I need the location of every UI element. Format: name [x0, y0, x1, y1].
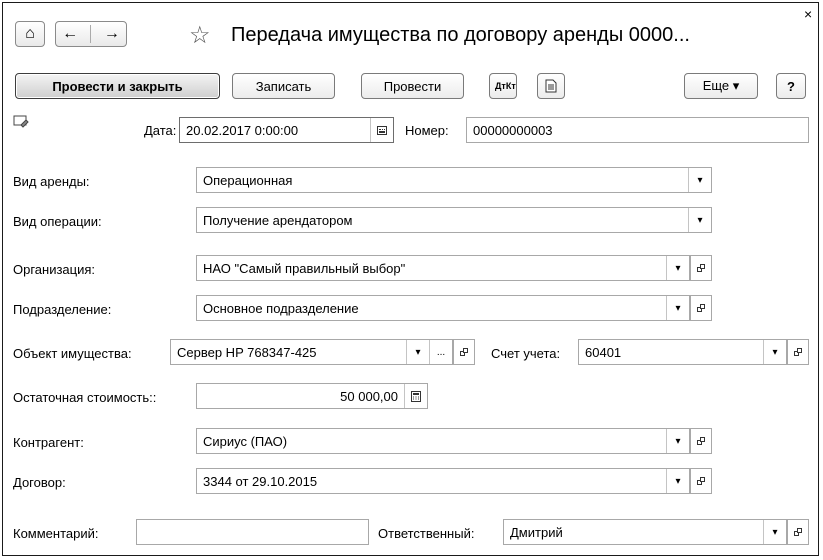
responsible-field[interactable]: Дмитрий ▾	[503, 519, 787, 545]
dtkt-movements-button[interactable]: ДтКт	[489, 73, 517, 99]
organization-field[interactable]: НАО "Самый правильный выбор" ▾	[196, 255, 690, 281]
account-open-button[interactable]	[787, 339, 809, 365]
contract-value[interactable]: 3344 от 29.10.2015	[197, 469, 666, 493]
chevron-down-icon[interactable]: ▾	[763, 520, 786, 544]
document-window: ⌂ ← → ☆ Передача имущества по договору а…	[2, 2, 819, 556]
close-icon[interactable]: ×	[804, 6, 812, 22]
open-window-icon	[697, 437, 705, 445]
chevron-down-icon[interactable]: ▾	[666, 256, 689, 280]
number-value[interactable]: 00000000003	[467, 118, 808, 142]
responsible-open-button[interactable]	[787, 519, 809, 545]
counterparty-value[interactable]: Сириус (ПАО)	[197, 429, 666, 453]
calendar-icon	[377, 125, 387, 135]
residual-value[interactable]: 50 000,00	[197, 384, 404, 408]
number-label: Номер:	[405, 123, 449, 138]
forward-arrow-icon[interactable]: →	[104, 25, 120, 43]
division-field[interactable]: Основное подразделение ▾	[196, 295, 690, 321]
home-icon: ⌂	[25, 25, 35, 42]
contract-open-button[interactable]	[690, 468, 712, 494]
home-button[interactable]: ⌂	[15, 21, 45, 47]
number-field[interactable]: 00000000003	[466, 117, 809, 143]
operation-type-select[interactable]: Получение арендатором ▾	[196, 207, 712, 233]
division-label: Подразделение:	[13, 302, 112, 317]
more-menu-button[interactable]: Еще ▾	[684, 73, 758, 99]
favorite-star-icon[interactable]: ☆	[189, 21, 211, 50]
open-window-icon	[697, 304, 705, 312]
open-window-icon	[697, 264, 705, 272]
counterparty-label: Контрагент:	[13, 435, 84, 450]
chevron-down-icon[interactable]: ▾	[688, 208, 711, 232]
nav-divider	[90, 25, 92, 43]
rent-type-select[interactable]: Операционная ▾	[196, 167, 712, 193]
account-value[interactable]: 60401	[579, 340, 763, 364]
chevron-down-icon[interactable]: ▾	[666, 296, 689, 320]
counterparty-field[interactable]: Сириус (ПАО) ▾	[196, 428, 690, 454]
division-open-button[interactable]	[690, 295, 712, 321]
chevron-down-icon[interactable]: ▾	[763, 340, 786, 364]
asset-open-button[interactable]	[453, 339, 475, 365]
counterparty-open-button[interactable]	[690, 428, 712, 454]
post-and-close-button[interactable]: Провести и закрыть	[15, 73, 220, 99]
operation-type-label: Вид операции:	[13, 214, 102, 229]
calendar-button[interactable]	[370, 118, 393, 142]
open-window-icon	[794, 528, 802, 536]
calculator-button[interactable]	[404, 384, 427, 408]
save-button[interactable]: Записать	[232, 73, 335, 99]
organization-open-button[interactable]	[690, 255, 712, 281]
window-title: Передача имущества по договору аренды 00…	[231, 24, 690, 46]
date-field[interactable]: 20.02.2017 0:00:00	[179, 117, 394, 143]
comment-value[interactable]	[137, 520, 368, 544]
organization-label: Организация:	[13, 262, 96, 277]
open-window-icon	[697, 477, 705, 485]
comment-field[interactable]	[136, 519, 369, 545]
asset-label: Объект имущества:	[13, 346, 132, 361]
date-value[interactable]: 20.02.2017 0:00:00	[180, 118, 370, 142]
residual-value-label: Остаточная стоимость::	[13, 390, 157, 405]
asset-field[interactable]: Сервер HP 768347-425 ▾ ...	[170, 339, 453, 365]
account-field[interactable]: 60401 ▾	[578, 339, 787, 365]
open-window-icon	[460, 348, 468, 356]
back-arrow-icon[interactable]: ←	[62, 25, 78, 43]
rent-type-label: Вид аренды:	[13, 174, 90, 189]
chevron-down-icon[interactable]: ▾	[666, 429, 689, 453]
account-label: Счет учета:	[491, 346, 561, 361]
responsible-label: Ответственный:	[378, 526, 475, 541]
residual-value-field[interactable]: 50 000,00	[196, 383, 428, 409]
calculator-icon	[411, 390, 421, 402]
division-value[interactable]: Основное подразделение	[197, 296, 666, 320]
dtkt-icon: ДтКт	[495, 80, 516, 91]
responsible-value[interactable]: Дмитрий	[504, 520, 763, 544]
document-icon	[545, 79, 557, 93]
chevron-down-icon[interactable]: ▾	[406, 340, 429, 364]
comment-label: Комментарий:	[13, 526, 99, 541]
print-button[interactable]	[537, 73, 565, 99]
operation-type-value: Получение арендатором	[203, 212, 353, 228]
select-ellipsis-button[interactable]: ...	[429, 340, 452, 364]
contract-field[interactable]: 3344 от 29.10.2015 ▾	[196, 468, 690, 494]
date-label: Дата:	[144, 123, 177, 138]
help-button[interactable]: ?	[776, 73, 806, 99]
rent-type-value: Операционная	[203, 172, 293, 188]
posted-status-icon	[13, 115, 29, 128]
open-window-icon	[794, 348, 802, 356]
organization-value[interactable]: НАО "Самый правильный выбор"	[197, 256, 666, 280]
history-nav: ← →	[55, 21, 127, 47]
chevron-down-icon[interactable]: ▾	[666, 469, 689, 493]
post-button[interactable]: Провести	[361, 73, 464, 99]
chevron-down-icon[interactable]: ▾	[688, 168, 711, 192]
contract-label: Договор:	[13, 475, 66, 490]
asset-value[interactable]: Сервер HP 768347-425	[171, 340, 406, 364]
